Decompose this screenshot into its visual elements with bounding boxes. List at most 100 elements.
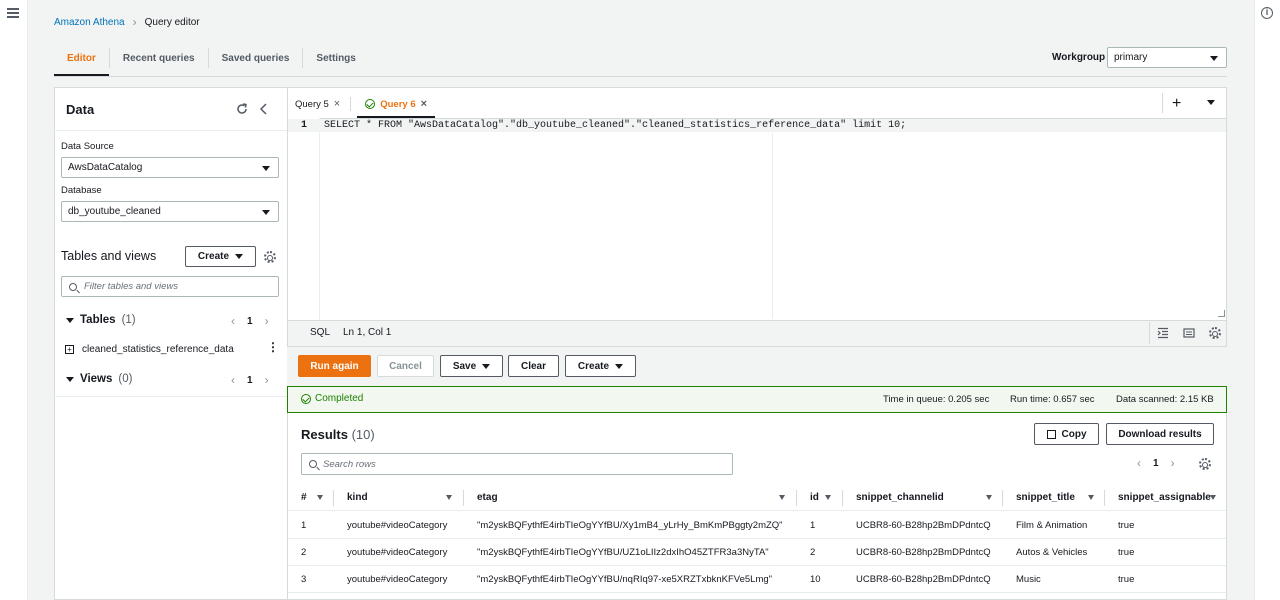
sort-icon[interactable] <box>779 495 785 500</box>
views-page-number[interactable]: 1 <box>247 375 253 386</box>
data-source-label: Data Source <box>61 141 114 152</box>
copy-icon <box>1046 429 1056 439</box>
data-panel-title: Data <box>66 102 95 117</box>
run-value: 0.657 sec <box>1053 394 1095 405</box>
add-query-tab-icon[interactable]: + <box>1172 95 1181 113</box>
workgroup-label: Workgroup <box>1052 52 1106 63</box>
create-label: Create <box>577 360 610 372</box>
database-select[interactable]: db_youtube_cleaned <box>61 201 279 222</box>
column-header-index[interactable]: # <box>301 492 307 503</box>
tab-saved-queries[interactable]: Saved queries <box>209 40 303 76</box>
tab-recent-queries[interactable]: Recent queries <box>110 40 208 76</box>
editor-settings-gear-icon[interactable] <box>1209 327 1221 339</box>
expand-icon[interactable]: + <box>65 345 74 354</box>
sort-icon[interactable] <box>825 495 831 500</box>
left-rail <box>0 0 28 600</box>
format-indent-icon[interactable] <box>1157 327 1169 339</box>
clear-label: Clear <box>520 360 546 372</box>
status-cursor-position: Ln 1, Col 1 <box>343 327 392 338</box>
chevron-right-icon[interactable]: › <box>265 314 269 328</box>
copy-label: Copy <box>1061 428 1087 440</box>
column-header-snippet-title[interactable]: snippet_title <box>1016 492 1075 503</box>
chevron-left-icon[interactable]: ‹ <box>231 373 235 387</box>
create-table-button[interactable]: Create <box>185 246 256 267</box>
close-icon[interactable]: × <box>421 98 427 110</box>
table-cell: 2 <box>301 547 307 558</box>
caret-down-icon <box>235 254 244 259</box>
column-header-etag[interactable]: etag <box>477 492 498 503</box>
create-button[interactable]: Create <box>565 355 636 377</box>
chevron-left-icon[interactable]: ‹ <box>1137 456 1141 470</box>
query-tab-6[interactable]: Query 6 × <box>357 90 435 118</box>
filter-tables-input[interactable]: Filter tables and views <box>61 276 279 297</box>
data-source-select[interactable]: AwsDataCatalog <box>61 157 279 178</box>
settings-gear-icon[interactable] <box>264 251 276 263</box>
editor-status-bar <box>288 320 1226 346</box>
column-header-snippet-channelid[interactable]: snippet_channelid <box>856 492 944 503</box>
caret-down-icon[interactable] <box>1207 100 1215 105</box>
table-cell: "m2yskBQFythfE4irbTIeOgYYfBU/UZ1oLIIz2dx… <box>477 547 769 558</box>
breadcrumb-athena-link[interactable]: Amazon Athena <box>54 17 125 28</box>
column-header-kind[interactable]: kind <box>347 492 368 503</box>
search-icon <box>309 460 317 468</box>
results-table-header <box>288 486 1226 511</box>
chevron-right-icon[interactable]: › <box>1171 456 1175 470</box>
table-cell: UCBR8-60-B28hp2BmDPdntcQ <box>856 520 991 531</box>
download-results-button[interactable]: Download results <box>1106 423 1214 445</box>
create-label: Create <box>197 251 230 262</box>
filter-placeholder: Filter tables and views <box>84 281 178 292</box>
menu-icon[interactable] <box>7 8 19 18</box>
views-count: (0) <box>118 373 133 385</box>
tab-editor[interactable]: Editor <box>54 40 109 76</box>
table-cell: 10 <box>810 574 821 585</box>
sort-icon[interactable] <box>1088 495 1094 500</box>
tables-page-number[interactable]: 1 <box>247 316 253 327</box>
views-section-toggle[interactable]: Views (0) <box>66 373 132 385</box>
sort-icon[interactable] <box>1210 495 1216 500</box>
more-options-icon[interactable]: ⋮ <box>267 341 279 353</box>
chevron-right-icon[interactable]: › <box>265 373 269 387</box>
run-again-button[interactable]: Run again <box>298 355 371 377</box>
tables-section-toggle[interactable]: Tables (1) <box>66 314 136 326</box>
line-number: 1 <box>301 120 308 131</box>
save-button[interactable]: Save <box>440 355 503 377</box>
sort-icon[interactable] <box>986 495 992 500</box>
chevron-right-icon: › <box>132 15 137 29</box>
caret-down-icon <box>262 165 270 171</box>
close-icon[interactable]: × <box>334 98 340 110</box>
sql-code[interactable]: SELECT * FROM "AwsDataCatalog"."db_youtu… <box>324 120 906 131</box>
results-pager: ‹ 1 › <box>1137 456 1175 470</box>
sort-icon[interactable] <box>317 495 323 500</box>
chevron-left-icon[interactable] <box>259 103 269 115</box>
copy-button[interactable]: Copy <box>1034 423 1099 445</box>
keyboard-icon[interactable] <box>1183 327 1195 339</box>
results-page-number[interactable]: 1 <box>1153 458 1159 469</box>
table-list-item[interactable]: + cleaned_statistics_reference_data <box>65 344 234 355</box>
info-icon[interactable]: i <box>1261 7 1273 19</box>
cancel-button[interactable]: Cancel <box>377 355 434 377</box>
caret-down-icon <box>66 317 74 323</box>
search-rows-input[interactable]: Search rows <box>301 453 733 475</box>
refresh-icon[interactable] <box>236 103 248 115</box>
scan-value: 2.15 KB <box>1179 394 1214 405</box>
check-circle-icon <box>301 393 311 404</box>
results-settings-gear-icon[interactable] <box>1199 458 1211 470</box>
table-cell: Autos & Vehicles <box>1016 547 1088 558</box>
query-tab-5[interactable]: Query 5 × <box>295 90 348 118</box>
table-name: cleaned_statistics_reference_data <box>82 344 234 355</box>
column-header-snippet-assignable[interactable]: snippet_assignable <box>1118 492 1211 503</box>
resize-handle[interactable] <box>1218 310 1225 317</box>
table-cell: UCBR8-60-B28hp2BmDPdntcQ <box>856 574 991 585</box>
views-label: Views <box>80 373 113 385</box>
clear-button[interactable]: Clear <box>508 355 559 377</box>
table-cell: 1 <box>301 520 307 531</box>
query-tab-label: Query 5 <box>295 98 329 110</box>
tab-settings[interactable]: Settings <box>303 40 368 76</box>
save-label: Save <box>452 360 477 372</box>
table-cell: youtube#videoCategory <box>347 574 448 585</box>
sql-editor[interactable] <box>288 118 1226 320</box>
chevron-left-icon[interactable]: ‹ <box>231 314 235 328</box>
column-header-id[interactable]: id <box>810 492 819 503</box>
workgroup-select[interactable]: primary <box>1107 47 1227 68</box>
sort-icon[interactable] <box>446 495 452 500</box>
